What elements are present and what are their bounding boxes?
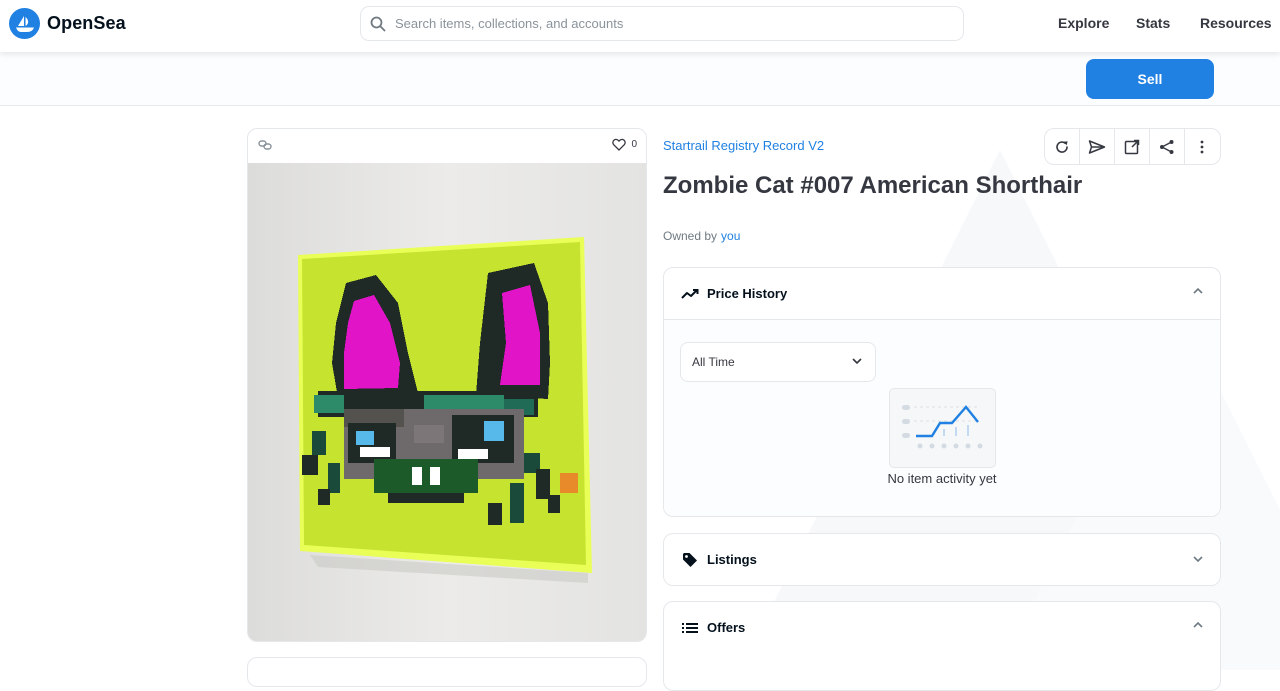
share-button[interactable] [1150,129,1185,164]
empty-chart-illustration [889,388,996,468]
no-activity-message: No item activity yet [887,471,997,486]
sell-button[interactable]: Sell [1086,59,1214,99]
view-external-button[interactable] [1115,129,1150,164]
share-icon [1160,139,1174,154]
listings-title: Listings [707,552,757,567]
search-bar[interactable] [360,6,964,41]
listings-header[interactable]: Listings [664,534,1220,585]
chevron-up-icon [1193,287,1203,294]
asset-toolbar [1044,128,1221,165]
heart-icon [612,138,627,151]
nav-stats[interactable]: Stats [1136,15,1170,31]
transfer-button[interactable] [1080,129,1115,164]
opensea-logo-icon [9,8,40,39]
owner-action-bar: Sell [0,52,1280,106]
chevron-up-icon [1193,621,1203,628]
more-options-button[interactable] [1185,129,1220,164]
price-history-header[interactable]: Price History [664,268,1220,319]
list-icon [681,619,699,637]
artwork-image[interactable] [248,163,646,641]
artwork-card-header: 0 [248,129,646,163]
blockchain-icon [258,140,272,150]
nav-resources[interactable]: Resources [1200,15,1272,31]
price-history-title: Price History [707,286,788,301]
offers-header[interactable]: Offers [664,602,1220,653]
search-icon [370,16,386,31]
collection-link[interactable]: Startrail Registry Record V2 [663,138,824,153]
price-history-body: All Time No item activity yet [664,319,1220,516]
time-range-value: All Time [692,355,735,369]
owned-by-label: Owned by [663,229,718,243]
price-history-panel: Price History All Time No item activity … [663,267,1221,517]
tag-icon [681,551,699,569]
owner-link[interactable]: you [721,229,740,243]
favorite-button[interactable]: 0 [612,138,637,151]
trending-icon [681,285,699,303]
refresh-icon [1056,140,1068,153]
top-navigation-bar: OpenSea Explore Stats Resources [0,0,1280,52]
time-range-select[interactable]: All Time [680,342,876,382]
nav-explore[interactable]: Explore [1058,15,1109,31]
artwork-card: 0 [247,128,647,642]
owner-line: Owned by you [663,229,740,243]
chevron-down-icon [1193,556,1203,563]
transfer-icon [1088,139,1106,154]
search-input[interactable] [395,16,955,31]
asset-title: Zombie Cat #007 American Shorthair [663,172,1083,199]
details-card [247,657,647,687]
refresh-button[interactable] [1045,129,1080,164]
listings-panel: Listings [663,533,1221,586]
favorite-count: 0 [631,139,637,150]
brand-name: OpenSea [47,13,126,33]
external-link-icon [1124,139,1140,154]
chevron-down-icon [852,358,862,365]
offers-panel: Offers [663,601,1221,691]
more-icon [1201,140,1204,153]
offers-title: Offers [707,620,746,635]
zombie-cat-artwork [248,163,646,641]
opensea-logo[interactable]: OpenSea [9,8,126,39]
